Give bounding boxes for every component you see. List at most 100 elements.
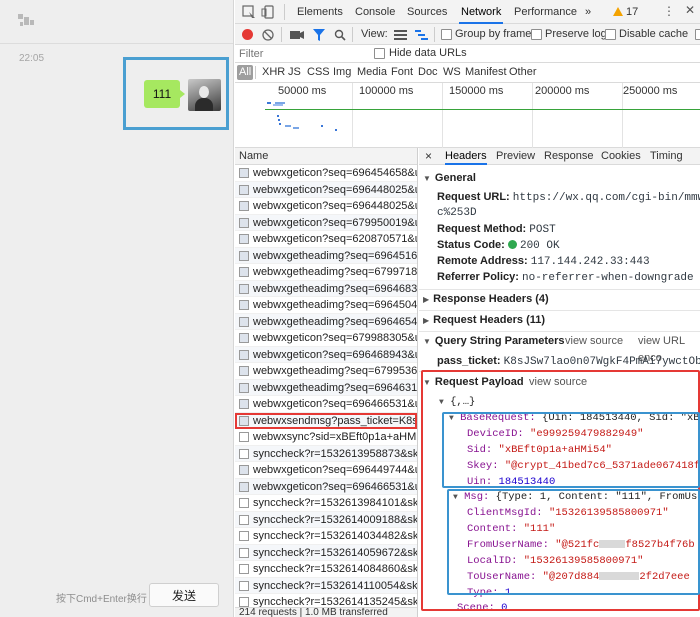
tab-network[interactable]: Network [459,0,504,24]
request-row[interactable]: webwxgeticon?seq=696466531&us… [235,396,417,413]
type-filter-ws[interactable]: WS [441,65,463,80]
preserve-log-checkbox[interactable] [531,29,542,40]
response-headers-section[interactable]: ▶ Response Headers (4) [419,291,700,308]
request-type-icon [239,250,249,261]
request-row[interactable]: synccheck?r=1532614034482&skey… [235,528,417,545]
request-row[interactable]: webwxgeticon?seq=696448025&us… [235,198,417,215]
avatar[interactable] [188,79,221,111]
request-row[interactable]: webwxsync?sid=xBEft0p1a+aHMi5… [235,429,417,446]
screenshot-camera-icon[interactable] [290,29,304,41]
request-row[interactable]: webwxgetheadimg?seq=696463177… [235,379,417,396]
network-overview-timeline[interactable]: 50000 ms 100000 ms 150000 ms 200000 ms 2… [235,83,700,148]
type-filter-css[interactable]: CSS [305,65,332,80]
waterfall-icon[interactable] [415,29,428,41]
request-name: webwxgeticon?seq=696449744&us… [253,464,417,476]
warning-count[interactable]: 17 [626,6,638,18]
request-row[interactable]: webwxgeticon?seq=696454658&us… [235,165,417,182]
request-row-sendmsg[interactable]: webwxsendmsg?pass_ticket=K8sJS… [235,412,417,429]
warning-icon[interactable] [613,7,623,16]
type-filter-media[interactable]: Media [355,65,389,80]
menu-dots-icon[interactable]: ⋮ [663,4,675,18]
request-name: webwxgetheadimg?seq=696468328… [253,282,417,295]
request-row[interactable]: webwxgetheadimg?seq=679953628… [235,363,417,380]
send-hint: 按下Cmd+Enter换行 [56,594,147,605]
tab-response[interactable]: Response [544,148,594,165]
type-filter-other[interactable]: Other [507,65,539,80]
large-rows-icon[interactable] [394,29,407,41]
send-button[interactable]: 发送 [149,583,219,607]
request-row[interactable]: webwxgetheadimg?seq=696465469… [235,313,417,330]
status-summary: 214 requests | 1.0 MB transferred [235,607,417,617]
tab-sources[interactable]: Sources [405,0,449,24]
request-name: webwxgetheadimg?seq=696465469… [253,315,417,328]
request-row[interactable]: synccheck?r=1532613984101&skey… [235,495,417,512]
tab-headers[interactable]: Headers [445,148,487,165]
request-row[interactable]: webwxgeticon?seq=696466531&us… [235,478,417,495]
request-name: webwxsync?sid=xBEft0p1a+aHMi5… [253,431,417,443]
timeline-tick: 250000 ms [623,85,678,97]
close-devtools-icon[interactable]: ✕ [685,3,695,17]
view-source-link[interactable]: view source [565,333,623,350]
request-method: POST [529,224,556,236]
more-tabs-button[interactable]: » [583,0,593,24]
tab-elements[interactable]: Elements [295,0,345,24]
request-row[interactable]: synccheck?r=1532614059672&skey… [235,544,417,561]
tab-cookies[interactable]: Cookies [601,148,641,165]
clear-icon[interactable] [262,29,274,41]
request-row[interactable]: webwxgeticon?seq=696468943&us… [235,346,417,363]
request-name: synccheck?r=1532614110054&skey… [253,579,417,592]
referrer-policy: no-referrer-when-downgrade [522,272,694,284]
hide-data-urls-checkbox[interactable] [374,48,385,59]
request-type-icon [239,300,249,310]
tab-console[interactable]: Console [353,0,397,24]
request-name: webwxgeticon?seq=696468943&us… [253,348,417,361]
search-icon[interactable] [334,29,346,41]
inspect-icon[interactable] [241,4,257,20]
tab-preview[interactable]: Preview [496,148,535,165]
request-type-icon [239,481,249,492]
request-row[interactable]: webwxgetheadimg?seq=696451686… [235,247,417,264]
close-detail-button[interactable]: × [425,148,432,165]
request-headers-section[interactable]: ▶ Request Headers (11) [419,312,700,329]
type-filter-js[interactable]: JS [286,65,303,80]
name-column-header[interactable]: Name [235,148,417,165]
request-row[interactable]: webwxgeticon?seq=620870571&us… [235,231,417,248]
type-filter-xhr[interactable]: XHR [260,65,287,80]
type-filter-doc[interactable]: Doc [416,65,440,80]
request-type-icon [239,597,249,607]
request-row[interactable]: webwxgeticon?seq=696448025&us… [235,181,417,198]
request-row[interactable]: webwxgetheadimg?seq=696468328… [235,280,417,297]
offline-checkbox[interactable] [695,29,700,40]
type-filter-all[interactable]: All [237,65,254,80]
filter-bar: Hide data URLs [235,45,700,63]
request-row[interactable]: webwxgetheadimg?seq=696450464… [235,297,417,314]
request-row[interactable]: webwxgeticon?seq=696449744&us… [235,462,417,479]
query-string-section[interactable]: ▼ Query String Parameters view source view … [419,333,700,364]
device-toggle-icon[interactable] [261,4,277,20]
request-row[interactable]: synccheck?r=1532614110054&skey… [235,577,417,594]
type-filter-img[interactable]: Img [331,65,353,80]
tab-performance[interactable]: Performance [512,0,579,24]
request-row[interactable]: webwxgetheadimg?seq=679971858… [235,264,417,281]
request-row[interactable]: webwxgeticon?seq=679988305&us… [235,330,417,347]
filter-icon[interactable] [313,29,325,41]
group-by-frame-checkbox[interactable] [441,29,452,40]
general-section[interactable]: ▼ General [419,170,700,187]
request-name: webwxgetheadimg?seq=696463177… [253,381,417,394]
request-name: webwxgeticon?seq=696466531&us… [253,480,417,493]
disable-cache-checkbox[interactable] [605,29,616,40]
request-list: Name webwxgeticon?seq=696454658&us… webwx… [235,148,418,617]
type-filter-font[interactable]: Font [389,65,415,80]
tab-timing[interactable]: Timing [650,148,683,165]
filter-input[interactable] [239,47,359,61]
request-row[interactable]: synccheck?r=1532614084860&skey… [235,561,417,578]
collapse-triangle-icon: ▶ [423,316,430,325]
request-name: webwxgetheadimg?seq=679953628… [253,365,417,377]
type-filter-manifest[interactable]: Manifest [463,65,509,80]
message-bubble[interactable]: 111 [144,80,185,108]
request-row[interactable]: synccheck?r=1532613958873&skey… [235,445,417,462]
record-icon[interactable] [242,29,253,40]
request-row[interactable]: synccheck?r=1532614009188&skey… [235,511,417,528]
timeline-tick: 50000 ms [278,85,327,97]
request-row[interactable]: webwxgeticon?seq=679950019&us… [235,214,417,231]
